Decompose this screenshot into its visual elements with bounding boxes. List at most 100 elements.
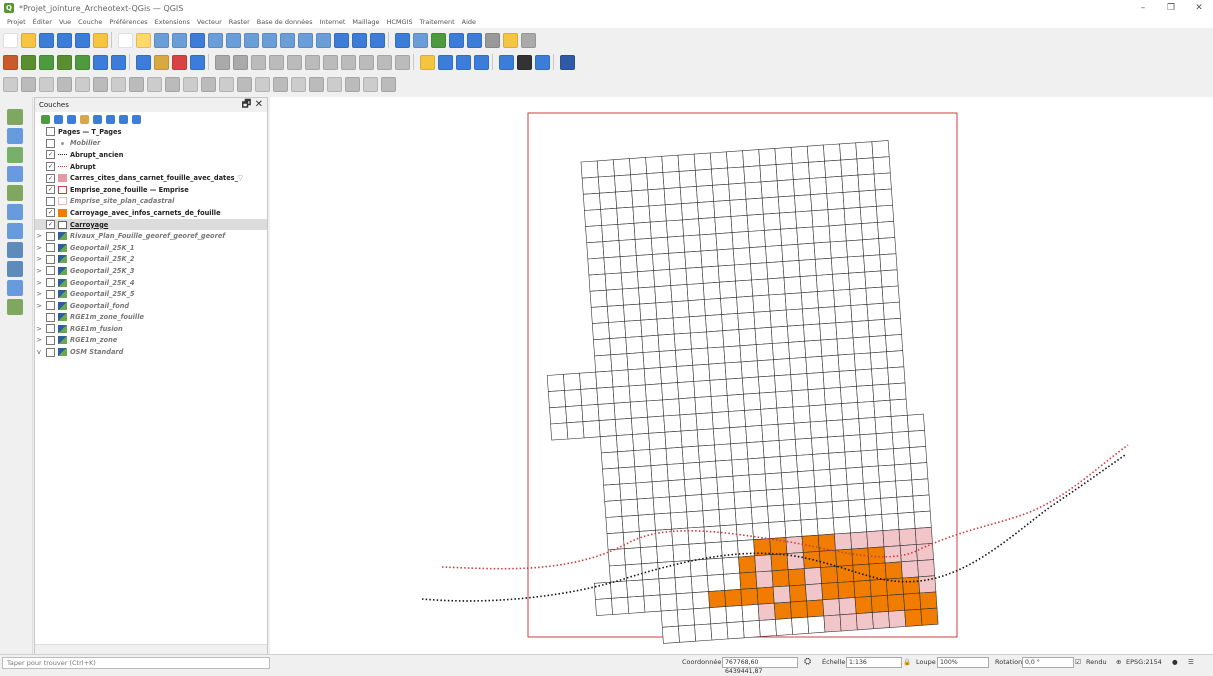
toolbar-tool-icon[interactable] <box>3 54 18 70</box>
toolbar-tool-icon[interactable] <box>255 76 270 92</box>
toolbar-tool-icon[interactable] <box>190 32 205 48</box>
toolbar-tool-icon[interactable] <box>75 54 90 70</box>
toolbar-tool-icon[interactable] <box>154 32 169 48</box>
toolbar-tool-icon[interactable] <box>560 54 575 70</box>
layer-panel-tool-icon[interactable] <box>41 114 50 124</box>
layer-panel-tool-icon[interactable] <box>67 114 76 124</box>
layer-visibility-checkbox[interactable]: ✓ <box>46 185 55 195</box>
toolbar-tool-icon[interactable] <box>93 76 108 92</box>
toolbar-tool-icon[interactable] <box>395 54 410 70</box>
expand-arrow-icon[interactable]: > <box>35 290 43 298</box>
toolbar-tool-icon[interactable] <box>57 54 72 70</box>
layer-visibility-checkbox[interactable] <box>46 196 55 206</box>
toolbar-tool-icon[interactable] <box>305 54 320 70</box>
toolbar-tool-icon[interactable] <box>467 32 482 48</box>
log-icon[interactable]: ☰ <box>1188 657 1194 667</box>
menu-raster[interactable]: Raster <box>229 18 250 26</box>
layer-row[interactable]: ✓ Carroyage_avec_infos_carnets_de_fouille <box>35 207 267 219</box>
toolbar-tool-icon[interactable] <box>298 32 313 48</box>
layer-visibility-checkbox[interactable] <box>46 347 55 357</box>
menu-vecteur[interactable]: Vecteur <box>197 18 222 26</box>
toolbar-tool-icon[interactable] <box>201 76 216 92</box>
add-layer-icon[interactable] <box>7 223 23 239</box>
toolbar-tool-icon[interactable] <box>287 54 302 70</box>
expand-arrow-icon[interactable]: v <box>35 348 43 356</box>
layer-row[interactable]: ✓ Carres_cites_dans_carnet_fouille_avec_d… <box>35 172 267 184</box>
map-canvas[interactable] <box>270 97 1213 654</box>
panel-float-close-icon[interactable]: 🗗 ✕ <box>242 97 263 114</box>
toolbar-tool-icon[interactable] <box>183 76 198 92</box>
layer-panel-tool-icon[interactable] <box>119 114 128 124</box>
toolbar-tool-icon[interactable] <box>370 32 385 48</box>
toolbar-tool-icon[interactable] <box>251 54 266 70</box>
menu-extensions[interactable]: Extensions <box>155 18 190 26</box>
crs-label[interactable]: EPSG:2154 <box>1126 657 1162 667</box>
toolbar-tool-icon[interactable] <box>499 54 514 70</box>
toolbar-tool-icon[interactable] <box>420 54 435 70</box>
menu-editer[interactable]: Éditer <box>33 18 52 26</box>
layer-row[interactable]: ✓ Carroyage <box>35 218 267 231</box>
toolbar-tool-icon[interactable] <box>413 32 428 48</box>
toolbar-tool-icon[interactable] <box>190 54 205 70</box>
layer-visibility-checkbox[interactable] <box>46 324 55 334</box>
layer-row[interactable]: > Geoportail_25K_4 <box>35 277 267 289</box>
toolbar-tool-icon[interactable] <box>154 54 169 70</box>
layer-visibility-checkbox[interactable] <box>46 254 55 264</box>
toolbar-tool-icon[interactable] <box>474 54 489 70</box>
toolbar-tool-icon[interactable] <box>3 76 18 92</box>
menu-maillage[interactable]: Maillage <box>352 18 379 26</box>
add-layer-icon[interactable] <box>7 109 23 125</box>
layer-visibility-checkbox[interactable] <box>46 127 55 137</box>
add-layer-icon[interactable] <box>7 280 23 296</box>
layer-row[interactable]: v OSM Standard <box>35 346 267 358</box>
toolbar-tool-icon[interactable] <box>57 76 72 92</box>
add-layer-icon[interactable] <box>7 242 23 258</box>
layer-row[interactable]: > Geoportail_25K_5 <box>35 288 267 300</box>
layer-row[interactable]: RGE1m_zone_fouille <box>35 312 267 324</box>
toolbar-tool-icon[interactable] <box>363 76 378 92</box>
toolbar-tool-icon[interactable] <box>75 76 90 92</box>
toolbar-tool-icon[interactable] <box>136 32 151 48</box>
toolbar-tool-icon[interactable] <box>57 32 72 48</box>
toolbar-tool-icon[interactable] <box>3 32 18 48</box>
layer-visibility-checkbox[interactable]: ✓ <box>46 150 55 160</box>
toolbar-tool-icon[interactable] <box>449 32 464 48</box>
layer-visibility-checkbox[interactable] <box>46 289 55 299</box>
layer-visibility-checkbox[interactable] <box>46 266 55 276</box>
menu-couche[interactable]: Couche <box>78 18 102 26</box>
close-icon[interactable]: ✕ <box>1185 0 1213 16</box>
layer-panel-tool-icon[interactable] <box>80 114 89 124</box>
expand-arrow-icon[interactable]: > <box>35 232 43 240</box>
add-layer-icon[interactable] <box>7 147 23 163</box>
toolbar-tool-icon[interactable] <box>39 76 54 92</box>
layer-visibility-checkbox[interactable] <box>46 312 55 322</box>
menu-base-de-donnees[interactable]: Base de données <box>257 18 313 26</box>
toolbar-tool-icon[interactable] <box>165 76 180 92</box>
expand-arrow-icon[interactable]: > <box>35 279 43 287</box>
menu-aide[interactable]: Aide <box>462 18 476 26</box>
menu-traitement[interactable]: Traitement <box>420 18 455 26</box>
toolbar-tool-icon[interactable] <box>262 32 277 48</box>
menu-projet[interactable]: Projet <box>7 18 26 26</box>
toolbar-tool-icon[interactable] <box>111 76 126 92</box>
toolbar-tool-icon[interactable] <box>395 32 410 48</box>
toolbar-tool-icon[interactable] <box>269 54 284 70</box>
toolbar-tool-icon[interactable] <box>93 32 108 48</box>
toolbar-tool-icon[interactable] <box>226 32 241 48</box>
toolbar-tool-icon[interactable] <box>517 54 532 70</box>
toolbar-tool-icon[interactable] <box>431 32 446 48</box>
toolbar-tool-icon[interactable] <box>21 32 36 48</box>
layer-row[interactable]: ✓ Abrupt <box>35 161 267 173</box>
toolbar-tool-icon[interactable] <box>327 76 342 92</box>
toolbar-tool-icon[interactable] <box>136 54 151 70</box>
expand-arrow-icon[interactable]: > <box>35 267 43 275</box>
filter-icon[interactable]: ▽ <box>238 174 243 182</box>
toolbar-tool-icon[interactable] <box>535 54 550 70</box>
toolbar-tool-icon[interactable] <box>341 54 356 70</box>
toolbar-tool-icon[interactable] <box>21 54 36 70</box>
layer-visibility-checkbox[interactable]: ✓ <box>46 162 55 172</box>
menu-hcmgis[interactable]: HCMGIS <box>387 18 413 26</box>
toolbar-tool-icon[interactable] <box>172 54 187 70</box>
layer-row[interactable]: > RGE1m_fusion <box>35 323 267 335</box>
expand-arrow-icon[interactable]: > <box>35 302 43 310</box>
